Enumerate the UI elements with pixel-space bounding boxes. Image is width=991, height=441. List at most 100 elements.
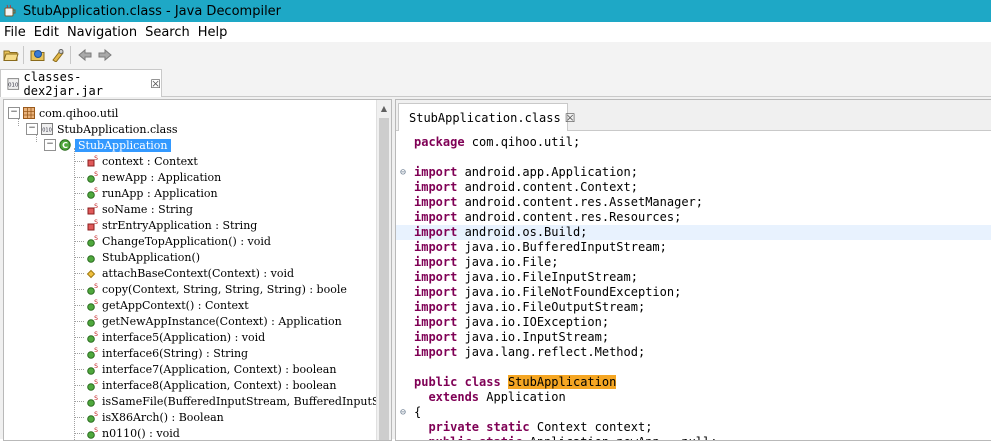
code-token: java.io.FileNotFoundException; [457,285,682,299]
code-token: java.io.File; [457,255,559,269]
window-title: StubApplication.class - Java Decompiler [23,3,282,19]
tree-member-item[interactable]: Sinterface5(Application) : void [74,329,265,345]
code-token: android.app.Application; [457,165,638,179]
code-line-text: package com.qihoo.util; [414,135,580,150]
code-token: android.content.res.Resources; [457,210,682,224]
open-file-button[interactable] [2,46,20,64]
close-tab-icon[interactable]: ☒ [150,77,161,91]
collapse-icon[interactable]: − [26,123,38,135]
tree-member-item[interactable]: Scontext : Context [74,153,198,169]
menu-help[interactable]: Help [194,25,232,40]
code-line-text: import java.io.InputStream; [414,330,609,345]
tree-item-class-file[interactable]: − 010 StubApplication.class [26,121,178,137]
menu-search[interactable]: Search [141,25,194,40]
code-line-text: extends Application [414,390,565,405]
tree-connector [74,160,84,162]
tree-member-item[interactable]: attachBaseContext(Context) : void [74,265,294,281]
protected-method-icon [86,269,96,279]
code-editor[interactable]: package com.qihoo.util; ⊖ import android.a… [396,131,991,440]
tab-stubapplication-class[interactable]: 010 StubApplication.class ☒ [398,103,575,131]
menu-file[interactable]: File [0,25,30,40]
svg-text:S: S [94,331,98,338]
close-tab-icon[interactable]: ☒ [565,111,576,125]
code-token: Context context; [529,420,653,434]
tree-member-item[interactable]: Scopy(Context, String, String, String) :… [74,281,347,297]
back-button[interactable] [76,46,94,64]
tree-scrollbar[interactable]: ▲ [376,100,391,440]
open-type-button[interactable] [29,46,47,64]
static-field-icon: S [87,155,98,167]
tree-member-label: interface6(String) : String [102,346,249,360]
code-keyword: import [414,270,458,284]
code-keyword: import [414,240,458,254]
code-keyword: private [428,420,480,434]
tree-connector [74,224,84,226]
tree-member-item[interactable]: SstrEntryApplication : String [74,217,257,233]
svg-text:S: S [94,187,98,194]
tree-connector [74,416,84,418]
tree-member-item[interactable]: StubApplication() [74,249,200,265]
code-keyword: import [414,195,458,209]
code-line: package com.qihoo.util; [396,135,991,150]
class-label: StubApplication [75,138,171,152]
tree-member-item[interactable]: SnewApp : Application [74,169,221,185]
fold-toggle-icon[interactable]: ⊖ [400,165,412,180]
tree-member-label: runApp : Application [102,186,218,200]
class-icon: C [59,139,71,151]
tree-member-item[interactable]: SrunApp : Application [74,185,218,201]
svg-text:S: S [94,299,98,306]
code-line: ⊖ import android.app.Application; [396,165,991,180]
tree-member-label: n0110() : void [102,426,180,440]
tab-label: classes-dex2jar.jar [23,69,103,98]
tree-item-class[interactable]: − C StubApplication [44,137,171,153]
tree-member-item[interactable]: Sinterface7(Application, Context) : bool… [74,361,336,377]
tree-member-item[interactable]: SsoName : String [74,201,193,217]
tree-member-label: interface7(Application, Context) : boole… [102,362,337,376]
public-static-method-icon: S [87,299,98,311]
tree-member-item[interactable]: Sinterface8(Application, Context) : bool… [74,377,336,393]
code-line-text: import java.io.FileOutputStream; [414,300,645,315]
code-line-text: import java.io.FileNotFoundException; [414,285,681,300]
scrollbar-thumb[interactable] [379,118,389,440]
tree-item-package[interactable]: − com.qihoo.util [8,105,118,121]
tree-member-label: ChangeTopApplication() : void [102,234,271,248]
main-content: − com.qihoo.util − 010 StubApplication.c… [0,97,991,441]
tree-member-item[interactable]: SgetNewAppInstance(Context) : Applicatio… [74,313,342,329]
tree-member-item[interactable]: S ChangeTopApplication() : void [74,233,271,249]
scroll-up-arrow-icon[interactable]: ▲ [377,100,391,116]
code-token: android.content.Context; [457,180,638,194]
search-button[interactable] [49,46,67,64]
public-static-method-icon: S [87,331,98,343]
tree-member-item[interactable]: SgetAppContext() : Context [74,297,249,313]
code-keyword: package [414,135,465,149]
tree-member-item[interactable]: SisX86Arch() : Boolean [74,409,224,425]
public-static-field-icon: S [87,187,98,199]
code-token: android.os.Build; [457,225,588,239]
forward-button[interactable] [96,46,114,64]
code-line: public static Application newApp = null; [396,435,991,440]
tree-member-item[interactable]: Sinterface6(String) : String [74,345,248,361]
tree-connector [74,208,84,210]
tree-member-item[interactable]: SisSameFile(BufferedInputStream, Buffere… [74,393,376,409]
collapse-icon[interactable]: − [8,107,20,119]
code-line: import android.content.res.AssetManager; [396,195,991,210]
code-line-text: import java.io.IOException; [414,315,609,330]
code-keyword: import [414,300,458,314]
code-token: java.io.BufferedInputStream; [457,240,667,254]
code-keyword: import [414,210,458,224]
tree-member-label: context : Context [102,154,198,168]
code-keyword: extends [428,390,480,404]
highlighted-class-name[interactable]: StubApplication [507,375,617,389]
code-line-text: import java.io.File; [414,255,559,270]
collapse-icon[interactable]: − [44,139,56,151]
public-static-field-icon: S [87,171,98,183]
tab-classes-dex2jar[interactable]: 010 classes-dex2jar.jar ☒ [0,69,162,98]
menu-navigation[interactable]: Navigation [63,25,141,40]
fold-toggle-icon[interactable]: ⊖ [400,405,412,420]
menu-edit[interactable]: Edit [30,25,63,40]
code-line-text: import android.content.res.Resources; [414,210,681,225]
code-token: java.io.FileInputStream; [457,270,638,284]
public-static-method-icon: S [87,427,98,439]
